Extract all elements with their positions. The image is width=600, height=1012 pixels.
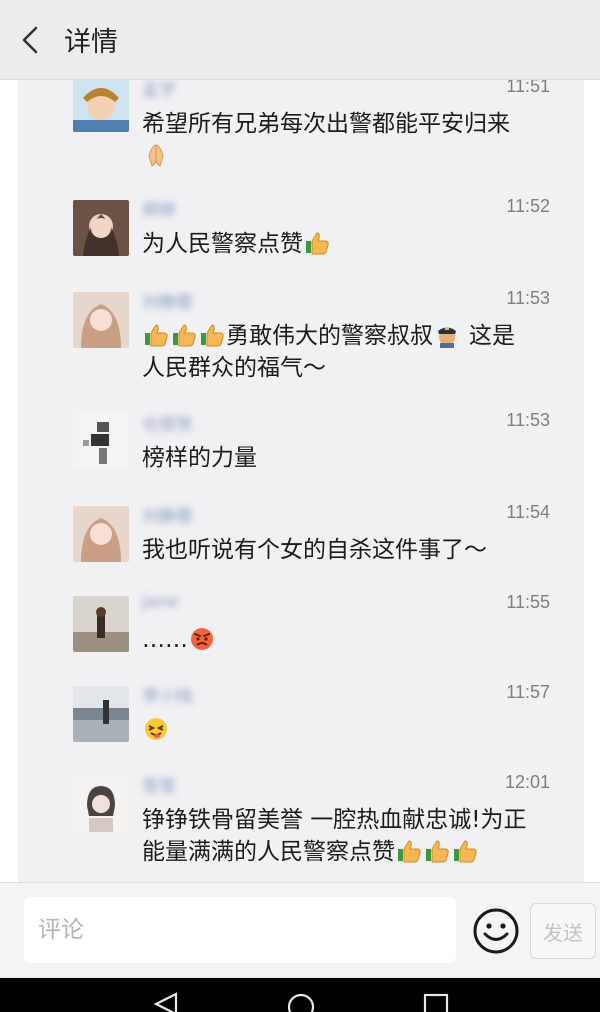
avatar[interactable] bbox=[73, 506, 129, 562]
comment-line-text: 勇敢伟大的警察叔叔 bbox=[226, 323, 433, 349]
comment-text: 榜样的力量 bbox=[142, 445, 257, 471]
comment-time: 11:54 bbox=[506, 502, 550, 522]
avatar[interactable] bbox=[73, 776, 129, 832]
emoji-button[interactable] bbox=[472, 907, 520, 955]
thumbs-up-icon bbox=[424, 838, 450, 864]
system-navigation-bar bbox=[0, 978, 600, 1012]
comment-author: Jane bbox=[142, 592, 179, 612]
thumbs-up-icon bbox=[171, 322, 197, 348]
triangle-back-icon bbox=[153, 992, 178, 1012]
nav-recents-button[interactable] bbox=[422, 992, 450, 1012]
comment-line: 勇敢伟大的警察叔叔 这是 bbox=[142, 320, 562, 352]
comment-author: 孟宇 bbox=[142, 81, 176, 101]
thumbs-up-icon bbox=[396, 838, 422, 864]
smiley-icon bbox=[473, 908, 519, 954]
title-bar: 详情 bbox=[0, 0, 600, 80]
send-button[interactable]: 发送 bbox=[530, 903, 596, 959]
avatar[interactable] bbox=[73, 686, 129, 742]
avatar[interactable] bbox=[73, 414, 129, 470]
comment-line: 人民群众的福气～ bbox=[142, 355, 326, 381]
nav-home-button[interactable] bbox=[286, 992, 316, 1012]
nav-back-button[interactable] bbox=[152, 992, 180, 1012]
comment-time: 11:52 bbox=[506, 196, 550, 216]
comment-emoji-line: 能量满满的人民警察点赞 bbox=[142, 836, 562, 868]
squint-tongue-face-icon bbox=[143, 716, 169, 742]
comment-time: 12:01 bbox=[504, 772, 550, 792]
comment-emoji-line bbox=[142, 140, 562, 172]
comment-author: 雪莹 bbox=[142, 777, 176, 797]
back-button[interactable] bbox=[0, 0, 60, 80]
avatar[interactable] bbox=[73, 596, 129, 652]
thumbs-up-icon bbox=[452, 838, 478, 864]
comment-time: 11:57 bbox=[506, 682, 550, 702]
comment-input[interactable] bbox=[24, 897, 456, 963]
comment-composer: 发送 bbox=[0, 882, 600, 978]
comment-time: 11:53 bbox=[506, 288, 550, 308]
comment-author: 李小陆 bbox=[142, 687, 193, 707]
comment-line: …… bbox=[142, 627, 188, 653]
comment-text: …… bbox=[142, 624, 562, 656]
avatar[interactable] bbox=[73, 80, 129, 132]
comment-text: 铮铮铁骨留美誉 一腔热血献忠诚!为正 能量满满的人民警察点赞 bbox=[142, 804, 562, 868]
comment-author: 婷婷 bbox=[142, 201, 176, 221]
comment-author: 刘静蓉 bbox=[142, 293, 193, 313]
comments-panel: 孟宇 11:51 希望所有兄弟每次出警都能平安归来 婷婷 11:52 为人民警察… bbox=[18, 80, 584, 882]
comment-time: 11:55 bbox=[506, 592, 550, 612]
comment-author: 也很张 bbox=[142, 415, 193, 435]
thumbs-up-icon bbox=[304, 230, 330, 256]
square-recents-icon bbox=[423, 993, 449, 1012]
comment-text: 为人民警察点赞 bbox=[142, 228, 562, 260]
angry-face-icon bbox=[189, 626, 215, 652]
comment-line-text: 能量满满的人民警察点赞 bbox=[142, 839, 395, 865]
comment-text: 勇敢伟大的警察叔叔 这是 人民群众的福气～ bbox=[142, 320, 562, 384]
comment-line-text: 这是 bbox=[469, 323, 515, 349]
comments-area[interactable]: 孟宇 11:51 希望所有兄弟每次出警都能平安归来 婷婷 11:52 为人民警察… bbox=[0, 80, 600, 882]
comment-text bbox=[142, 714, 562, 746]
folded-hands-icon bbox=[143, 142, 169, 168]
comment-time: 11:53 bbox=[506, 410, 550, 430]
avatar[interactable] bbox=[73, 200, 129, 256]
thumbs-up-icon bbox=[199, 322, 225, 348]
circle-home-icon bbox=[287, 993, 315, 1012]
comment-text: 我也听说有个女的自杀这件事了～ bbox=[142, 537, 487, 563]
police-officer-icon bbox=[434, 322, 460, 348]
thumbs-up-icon bbox=[143, 322, 169, 348]
chevron-left-icon bbox=[22, 26, 38, 53]
comment-author: 刘静蓉 bbox=[142, 507, 193, 527]
comment-text: 希望所有兄弟每次出警都能平安归来 bbox=[142, 108, 562, 172]
avatar[interactable] bbox=[73, 292, 129, 348]
comment-time: 11:51 bbox=[506, 80, 550, 96]
comment-line: 为人民警察点赞 bbox=[142, 231, 303, 257]
comment-line: 铮铮铁骨留美誉 一腔热血献忠诚!为正 bbox=[142, 807, 527, 833]
comment-line: 希望所有兄弟每次出警都能平安归来 bbox=[142, 111, 510, 137]
page-title: 详情 bbox=[64, 27, 118, 58]
